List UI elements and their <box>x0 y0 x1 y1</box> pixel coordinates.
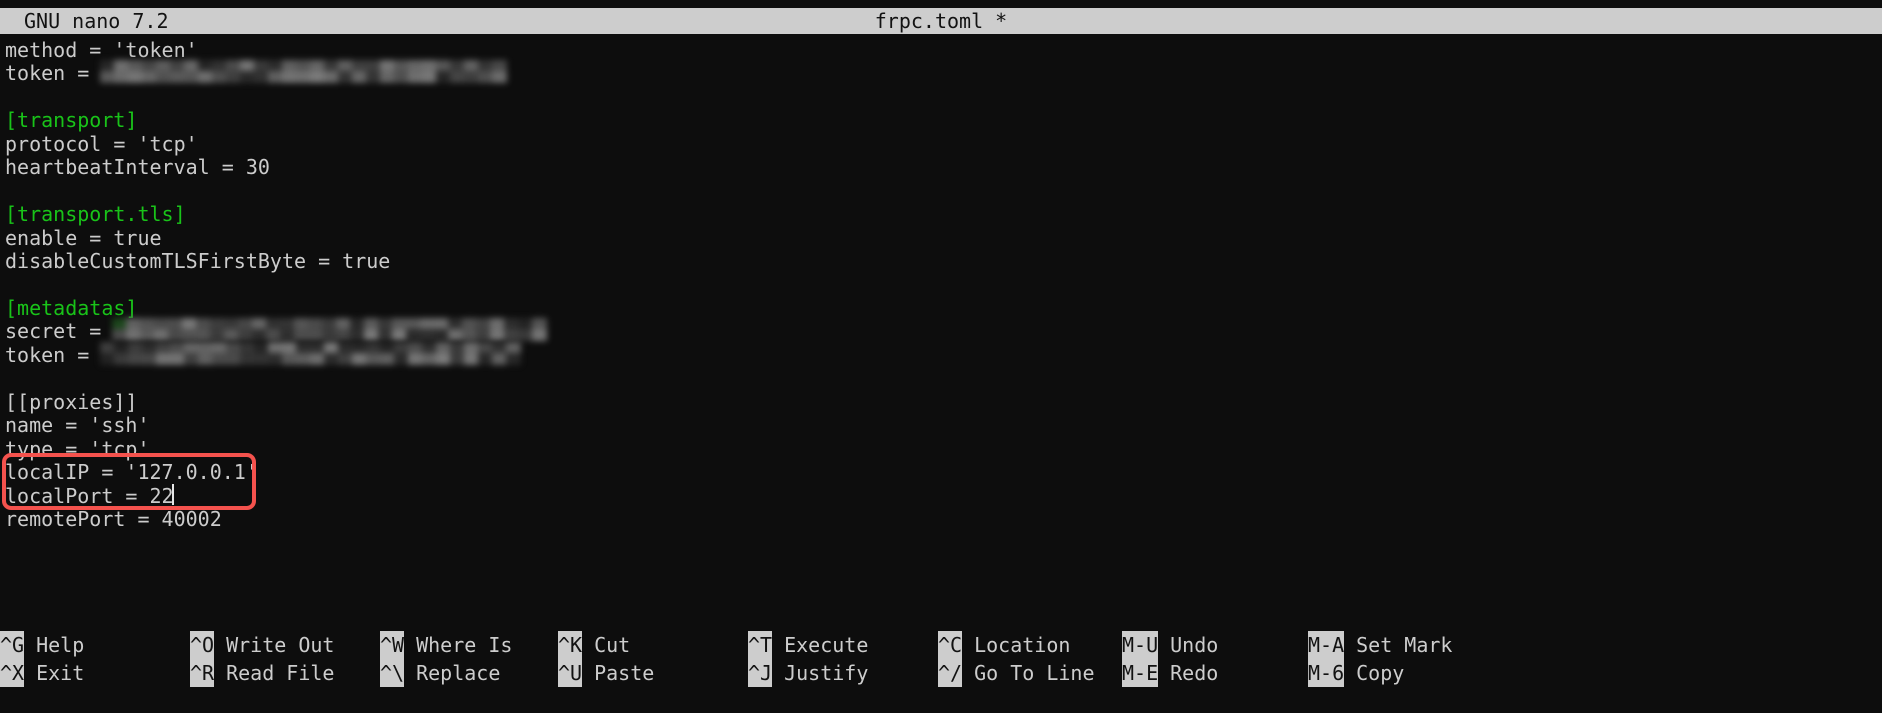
shortcut-label: Redo <box>1170 661 1219 685</box>
editor-line-text: remotePort = 40002 <box>5 507 222 531</box>
editor-line-text: name = 'ssh' <box>5 413 150 438</box>
shortcut-label: Justify <box>784 661 869 685</box>
shortcut-set-mark[interactable]: M-A Set Mark <box>1308 631 1452 659</box>
redacted-value <box>100 341 522 365</box>
shortcut-label: Go To Line <box>974 661 1095 685</box>
shortcut-label: Replace <box>416 661 501 685</box>
editor-line[interactable]: heartbeatInterval = 30 <box>5 153 270 181</box>
shortcut-key: M-6 <box>1308 659 1345 687</box>
shortcut-help[interactable]: ^G Help <box>0 631 84 659</box>
shortcut-key: ^R <box>190 659 215 687</box>
shortcut-label: Copy <box>1356 661 1405 685</box>
shortcut-label: Where Is <box>416 633 513 657</box>
editor-line-text: enable = true <box>5 225 162 250</box>
editor-line-text: localPort = 22 <box>5 483 174 508</box>
editor-line-text: token = <box>5 342 102 367</box>
editor-line-text: [metadatas] <box>5 295 138 320</box>
shortcut-label: Location <box>974 633 1071 657</box>
editor-line-text: protocol = 'tcp' <box>5 131 198 156</box>
shortcut-go-to-line[interactable]: ^/ Go To Line <box>938 659 1095 687</box>
shortcut-label: Cut <box>594 633 631 657</box>
shortcut-label: Set Mark <box>1356 633 1453 657</box>
shortcut-key: M-A <box>1308 631 1345 659</box>
titlebar: GNU nano 7.2 frpc.toml * <box>0 8 1882 34</box>
shortcut-paste[interactable]: ^U Paste <box>558 659 654 687</box>
shortcut-bar: ^G Help ^X Exit ^O Write Out ^R Read File ^W Wher… <box>0 628 1882 713</box>
editor-line-text: secret = <box>5 319 114 344</box>
shortcut-key: ^G <box>0 631 25 659</box>
editor-line[interactable]: disableCustomTLSFirstByte = true <box>5 247 390 275</box>
shortcut-label: Exit <box>36 661 85 685</box>
editor-line[interactable]: token = <box>5 341 101 369</box>
shortcut-where-is[interactable]: ^W Where Is <box>380 631 512 659</box>
shortcut-key: ^K <box>558 631 583 659</box>
shortcut-label: Read File <box>226 661 335 685</box>
editor-line-text: heartbeatInterval = 30 <box>5 155 270 180</box>
shortcut-label: Paste <box>594 661 655 685</box>
redacted-value <box>112 318 548 342</box>
shortcut-key: ^X <box>0 659 25 687</box>
shortcut-read-file[interactable]: ^R Read File <box>190 659 334 687</box>
shortcut-key: ^O <box>190 631 215 659</box>
shortcut-label: Execute <box>784 633 869 657</box>
editor-line-text: token = <box>5 61 102 86</box>
shortcut-write-out[interactable]: ^O Write Out <box>190 631 334 659</box>
shortcut-key: ^\ <box>380 659 405 687</box>
shortcut-key: ^U <box>558 659 583 687</box>
shortcut-key: ^/ <box>938 659 963 687</box>
shortcut-key: ^J <box>748 659 773 687</box>
shortcut-label: Undo <box>1170 633 1219 657</box>
editor-line-text: [[proxies]] <box>5 389 138 414</box>
nano-editor-window: GNU nano 7.2 frpc.toml * method = 'token… <box>0 0 1882 713</box>
shortcut-key: ^C <box>938 631 963 659</box>
shortcut-label: Write Out <box>226 633 335 657</box>
shortcut-key: M-U <box>1122 631 1159 659</box>
shortcut-execute[interactable]: ^T Execute <box>748 631 868 659</box>
redacted-value <box>100 60 508 84</box>
shortcut-cut[interactable]: ^K Cut <box>558 631 630 659</box>
editor-line-text: localIP = '127.0.0.1' <box>5 460 258 485</box>
shortcut-label: Help <box>36 633 85 657</box>
editor-line-text: [transport] <box>5 108 138 133</box>
editor-line-text: disableCustomTLSFirstByte = true <box>5 249 391 274</box>
shortcut-replace[interactable]: ^\ Replace <box>380 659 500 687</box>
shortcut-key: ^T <box>748 631 773 659</box>
shortcut-key: M-E <box>1122 659 1159 687</box>
editor-line[interactable]: remotePort = 40002 <box>5 505 222 533</box>
shortcut-redo[interactable]: M-E Redo <box>1122 659 1218 687</box>
shortcut-justify[interactable]: ^J Justify <box>748 659 868 687</box>
shortcut-location[interactable]: ^C Location <box>938 631 1070 659</box>
editor-line-text: method = 'token' <box>5 38 198 62</box>
editor-line[interactable]: token = <box>5 59 101 87</box>
shortcut-undo[interactable]: M-U Undo <box>1122 631 1218 659</box>
editor-line-text: type = 'tcp' <box>5 436 150 461</box>
shortcut-exit[interactable]: ^X Exit <box>0 659 84 687</box>
text-cursor <box>172 483 175 505</box>
editor-line-text: [transport.tls] <box>5 202 186 227</box>
filename-label: frpc.toml * <box>874 9 1008 33</box>
shortcut-copy[interactable]: M-6 Copy <box>1308 659 1404 687</box>
shortcut-key: ^W <box>380 631 405 659</box>
